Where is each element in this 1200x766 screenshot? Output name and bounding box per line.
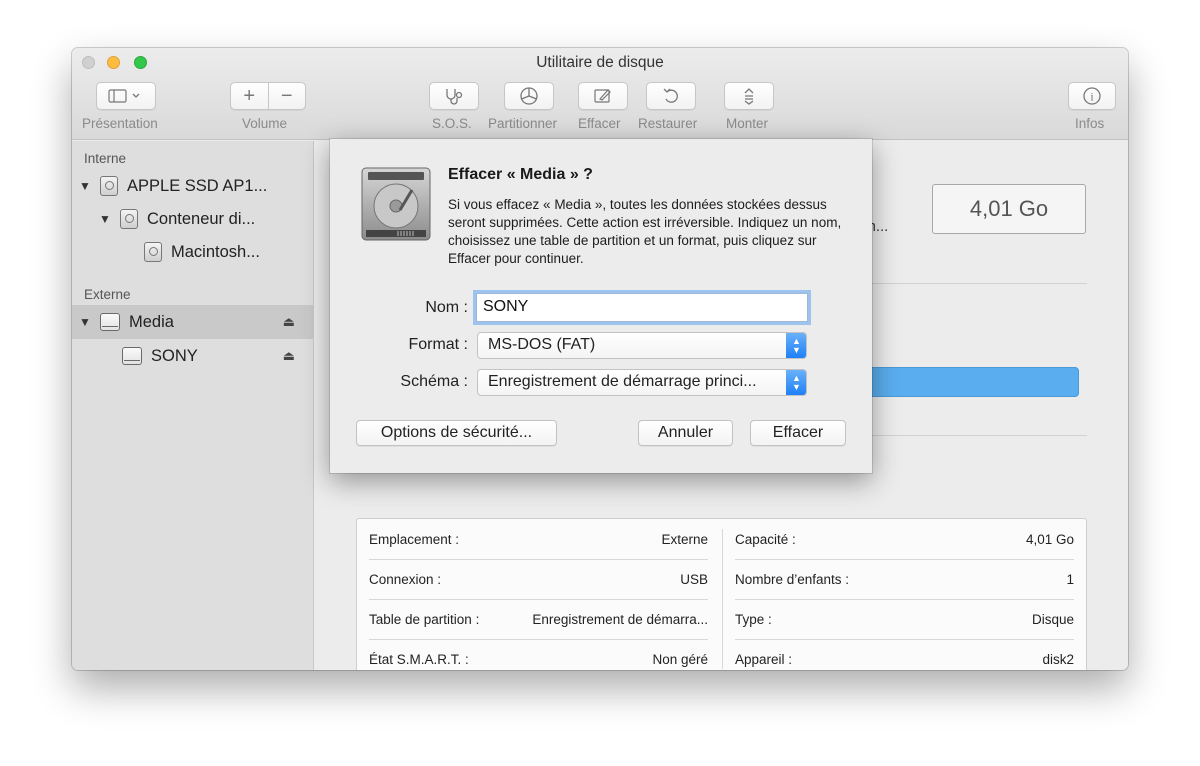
disclosure-triangle-icon[interactable]: ▼ (78, 315, 92, 329)
eraser-icon (594, 89, 611, 103)
usage-bar (847, 367, 1079, 397)
partition-label: Partitionner (488, 116, 558, 131)
hard-drive-icon (361, 167, 431, 241)
info-value: Enregistrement de démarra... (532, 611, 708, 627)
sidebar-item-sony[interactable]: SONY ⏏ (72, 339, 313, 373)
first-aid-button[interactable] (429, 82, 479, 110)
volume-disk-icon (144, 242, 162, 262)
security-options-button[interactable]: Options de sécurité... (356, 420, 557, 446)
restore-button[interactable] (646, 82, 696, 110)
disclosure-triangle-icon[interactable]: ▼ (78, 179, 92, 193)
mount-button[interactable] (724, 82, 774, 110)
updown-chevron-icon: ▲ ▼ (786, 333, 806, 358)
info-key: Emplacement : (369, 531, 460, 547)
erase-button[interactable]: Effacer (750, 420, 846, 446)
restore-arrow-icon (663, 88, 678, 103)
sidebar-item-label: SONY (151, 346, 198, 365)
info-key: Connexion : (369, 571, 442, 587)
sidebar-toggle-icon (108, 89, 140, 103)
external-volume-icon (122, 347, 142, 365)
mount-label: Monter (726, 116, 769, 131)
erase-label: Effacer (578, 116, 621, 131)
partition-button[interactable] (504, 82, 554, 110)
name-label: Nom : (425, 299, 468, 316)
sidebar-item-label: Conteneur di... (147, 209, 256, 228)
info-value: 4,01 Go (1025, 531, 1074, 547)
erase-dialog: Effacer « Media » ? Si vous effacez « Me… (330, 139, 872, 473)
info-label: Infos (1075, 116, 1105, 131)
disk-utility-window: Utilitaire de disque Présentation + − Vo… (72, 48, 1128, 670)
info-key: Table de partition : (369, 611, 480, 627)
info-key: Type : (735, 611, 772, 627)
sidebar-item-container[interactable]: ▼ Conteneur di... (72, 202, 313, 236)
info-key: Appareil : (735, 651, 793, 667)
info-row-partition-table: Table de partition : Enregistrement de d… (369, 599, 708, 639)
mount-icon (744, 88, 754, 105)
disclosure-triangle-icon[interactable]: ▼ (98, 212, 112, 226)
presentation-button[interactable] (96, 82, 156, 110)
sidebar-item-apple-ssd[interactable]: ▼ APPLE SSD AP1... (72, 169, 313, 203)
divider (855, 435, 1087, 436)
sidebar-item-macintosh[interactable]: Macintosh... (72, 235, 313, 269)
stethoscope-icon (446, 89, 463, 105)
info-key: Nombre d’enfants : (735, 571, 850, 587)
cancel-button[interactable]: Annuler (638, 420, 733, 446)
info-value: USB (680, 571, 708, 587)
scheme-selected-value: Enregistrement de démarrage princi... (488, 373, 757, 390)
sidebar-item-media[interactable]: ▼ Media ⏏ (72, 305, 313, 339)
column-divider (722, 529, 723, 669)
internal-disk-icon (100, 176, 118, 196)
format-label: Format : (408, 336, 468, 353)
info-value: Disque (1031, 611, 1074, 627)
sidebar-item-label: Media (129, 312, 174, 331)
info-glyph: i (1090, 90, 1094, 104)
capacity-badge: 4,01 Go (932, 184, 1086, 234)
sos-label: S.O.S. (432, 116, 472, 131)
info-value: disk2 (1042, 651, 1074, 667)
external-disk-icon (100, 313, 120, 331)
remove-volume-button[interactable]: − (269, 85, 306, 108)
info-button[interactable]: i (1068, 82, 1116, 110)
info-icon: i (1083, 87, 1101, 105)
sidebar-header-internal: Interne (84, 151, 127, 166)
info-table: Emplacement : Externe Connexion : USB Ta… (356, 518, 1087, 670)
sidebar-item-label: Macintosh... (171, 242, 260, 261)
eject-icon[interactable]: ⏏ (283, 314, 295, 330)
info-key: Capacité : (735, 531, 796, 547)
restore-label: Restaurer (638, 116, 698, 131)
title-toolbar: Utilitaire de disque Présentation + − Vo… (72, 48, 1128, 140)
sidebar-item-label: APPLE SSD AP1... (127, 176, 268, 195)
info-row-capacity: Capacité : 4,01 Go (735, 519, 1074, 559)
info-key: État S.M.A.R.T. : (369, 651, 469, 667)
volume-segmented-control: + − (230, 82, 306, 110)
window-title: Utilitaire de disque (536, 54, 664, 71)
pie-chart-icon (520, 87, 538, 105)
add-volume-button[interactable]: + (231, 85, 268, 108)
info-row-type: Type : Disque (735, 599, 1074, 639)
info-value: 1 (1066, 571, 1074, 587)
info-row-child-count: Nombre d’enfants : 1 (735, 559, 1074, 599)
info-row-device: Appareil : disk2 (735, 639, 1074, 670)
info-value: Non géré (652, 651, 708, 667)
info-row-location: Emplacement : Externe (369, 519, 708, 559)
sidebar: Interne ▼ APPLE SSD AP1... ▼ Conteneur d… (72, 141, 314, 670)
scheme-label: Schéma : (400, 373, 468, 390)
dialog-title: Effacer « Media » ? (448, 166, 593, 183)
dialog-message: Si vous effacez « Media », toutes les do… (448, 197, 842, 266)
sidebar-header-external: Externe (84, 287, 131, 302)
info-row-smart-status: État S.M.A.R.T. : Non géré (369, 639, 708, 670)
format-selected-value: MS-DOS (FAT) (488, 336, 596, 353)
info-row-connection: Connexion : USB (369, 559, 708, 599)
presentation-label: Présentation (82, 116, 158, 131)
updown-chevron-icon: ▲ ▼ (786, 370, 806, 395)
volume-label: Volume (242, 116, 288, 131)
scheme-select[interactable]: Enregistrement de démarrage princi... ▲ ▼ (477, 369, 807, 396)
container-disk-icon (120, 209, 138, 229)
divider (855, 283, 1087, 284)
erase-toolbar-button[interactable] (578, 82, 628, 110)
format-select[interactable]: MS-DOS (FAT) ▲ ▼ (477, 332, 807, 359)
info-value: Externe (661, 531, 708, 547)
name-input[interactable]: SONY (476, 293, 808, 322)
eject-icon[interactable]: ⏏ (283, 348, 295, 364)
